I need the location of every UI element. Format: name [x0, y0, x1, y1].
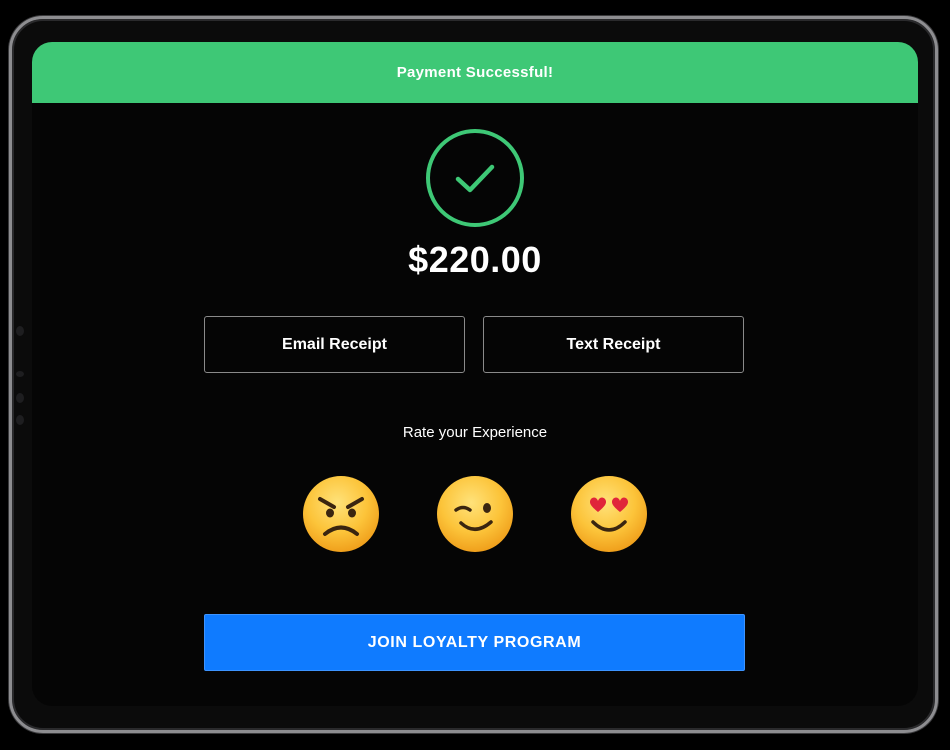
screen: Payment Successful! $220.00 Email Receip…	[32, 42, 918, 706]
text-receipt-button[interactable]: Text Receipt	[483, 316, 744, 373]
side-button	[16, 371, 24, 377]
email-receipt-label: Email Receipt	[282, 335, 387, 353]
success-banner: Payment Successful!	[32, 42, 918, 103]
winking-face-icon[interactable]	[435, 474, 515, 554]
side-button	[16, 415, 24, 425]
text-receipt-label: Text Receipt	[566, 335, 661, 353]
join-loyalty-program-label: JOIN LOYALTY PROGRAM	[367, 633, 582, 651]
stage: Payment Successful! $220.00 Email Receip…	[0, 0, 950, 750]
payment-amount: $220.00	[408, 239, 542, 280]
heart-eyes-face-icon[interactable]	[569, 474, 649, 554]
success-banner-text: Payment Successful!	[396, 64, 554, 81]
side-button	[16, 326, 24, 336]
check-circle-icon	[425, 128, 525, 228]
side-button	[16, 393, 24, 403]
angry-face-icon[interactable]	[301, 474, 381, 554]
rate-experience-label: Rate your Experience	[402, 424, 548, 441]
join-loyalty-program-button[interactable]: JOIN LOYALTY PROGRAM	[204, 614, 745, 671]
email-receipt-button[interactable]: Email Receipt	[204, 316, 465, 373]
